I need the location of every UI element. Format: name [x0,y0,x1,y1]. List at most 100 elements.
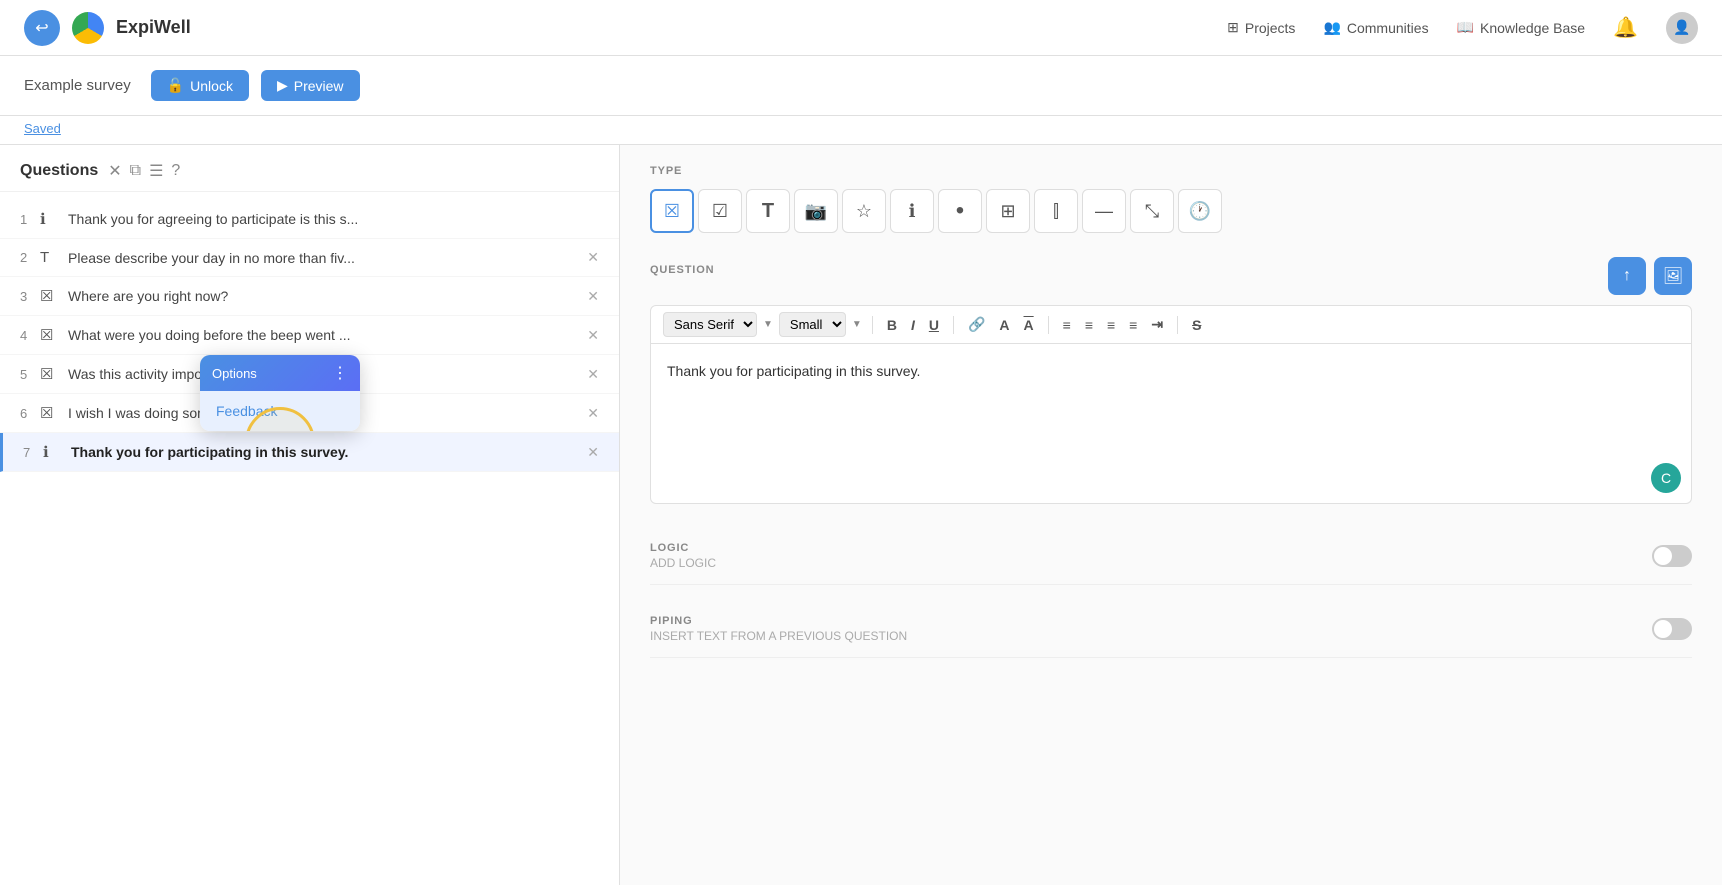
nav-communities[interactable]: 👥 Communities [1323,19,1428,36]
page-container: Example survey 🔓 Unlock ▶ Preview Saved … [0,56,1722,885]
back-icon[interactable]: ↩ [24,10,60,46]
type-checkbox-button[interactable]: ☑ [698,189,742,233]
font-family-select[interactable]: Sans Serif [663,312,757,337]
unlock-button[interactable]: 🔓 Unlock [151,70,249,101]
notifications-bell-icon[interactable]: 🔔 [1613,15,1638,40]
question-type-info-icon: ℹ [40,210,62,228]
help-icon[interactable]: ? [171,162,180,180]
type-resize-button[interactable]: ⤡ [1130,189,1174,233]
question-text: Thank you for participating in this surv… [71,444,579,460]
font-family-chevron-icon: ▼ [763,319,773,330]
remove-question-icon[interactable]: ✕ [587,366,599,383]
insert-text-label: INSERT TEXT FROM A PREVIOUS QUESTION [650,629,907,643]
question-item[interactable]: 2 T Please describe your day in no more … [0,239,619,277]
question-item[interactable]: 1 ℹ Thank you for agreeing to participat… [0,200,619,239]
image-button[interactable]: 🖼 [1654,257,1692,295]
saved-text[interactable]: Saved [24,121,61,136]
question-section: QUESTION ↑ 🖼 Sans Serif ▼ Small ▼ [650,257,1692,504]
type-dash-button[interactable]: — [1082,189,1126,233]
highlight-button[interactable]: A [1020,315,1038,335]
questions-title: Questions [20,162,98,180]
remove-question-icon[interactable]: ✕ [587,288,599,305]
logic-section-label: LOGIC [650,542,716,554]
preview-label: Preview [294,78,344,94]
question-type-text-icon: T [40,249,62,266]
piping-label-group: PIPING INSERT TEXT FROM A PREVIOUS QUEST… [650,615,907,643]
justify-button[interactable]: ≡ [1125,315,1141,335]
question-type-choice-icon: ☒ [40,287,62,305]
bold-button[interactable]: B [883,315,901,335]
list-icon[interactable]: ☰ [149,161,163,181]
font-size-select[interactable]: Small [779,312,846,337]
brand-logo [72,12,104,44]
question-type-choice-icon: ☒ [40,404,62,422]
question-item-active[interactable]: 7 ℹ Thank you for participating in this … [0,433,619,472]
font-color-button[interactable]: A [995,315,1013,335]
upload-button[interactable]: ↑ [1608,257,1646,295]
piping-section-label: PIPING [650,615,907,627]
type-vbar-button[interactable]: ⫿ [1034,189,1078,233]
editor-toolbar: Sans Serif ▼ Small ▼ B I U 🔗 A A [650,305,1692,344]
nav-knowledge-base-label: Knowledge Base [1480,20,1585,36]
indent-button[interactable]: ⇥ [1147,314,1167,335]
type-section-label: TYPE [650,165,1692,177]
question-item[interactable]: 3 ☒ Where are you right now? ✕ [0,277,619,316]
question-text: Thank you for agreeing to participate is… [68,211,599,227]
question-number: 5 [20,367,40,382]
editor-content[interactable]: Thank you for participating in this surv… [650,344,1692,504]
logic-section: LOGIC ADD LOGIC [650,528,1692,585]
unlock-icon: 🔓 [167,77,184,94]
italic-button[interactable]: I [907,315,919,335]
nav-projects[interactable]: ⊞ Projects [1227,19,1295,36]
right-panel: TYPE ☒ ☑ T 📷 ☆ ℹ • ⊞ ⫿ — ⤡ 🕐 [620,145,1722,885]
type-section: TYPE ☒ ☑ T 📷 ☆ ℹ • ⊞ ⫿ — ⤡ 🕐 [650,165,1692,233]
remove-question-icon[interactable]: ✕ [587,405,599,422]
question-text: What were you doing before the beep went… [68,327,579,343]
remove-question-icon[interactable]: ✕ [587,327,599,344]
toolbar-separator [872,316,873,334]
unlock-label: Unlock [190,78,233,94]
align-center-button[interactable]: ≡ [1081,315,1097,335]
question-type-choice-icon: ☒ [40,326,62,344]
editor-text: Thank you for participating in this surv… [667,363,920,379]
link-button[interactable]: 🔗 [964,314,989,335]
remove-question-icon[interactable]: ✕ [587,249,599,266]
copy-icon[interactable]: ⧉ [130,162,141,180]
type-table-button[interactable]: ⊞ [986,189,1030,233]
settings-icon[interactable]: ✕ [108,161,121,181]
piping-row: PIPING INSERT TEXT FROM A PREVIOUS QUEST… [650,601,1692,658]
editor-action-buttons: ↑ 🖼 [1608,257,1692,295]
preview-icon: ▶ [277,77,288,94]
type-info-button[interactable]: ℹ [890,189,934,233]
type-text-button[interactable]: T [746,189,790,233]
remove-question-icon[interactable]: ✕ [587,444,599,461]
logic-toggle[interactable] [1652,545,1692,567]
nav-knowledge-base[interactable]: 📖 Knowledge Base [1457,19,1586,36]
navbar-left: ↩ ExpiWell [24,10,191,46]
type-dot-button[interactable]: • [938,189,982,233]
question-number: 3 [20,289,40,304]
align-left-button[interactable]: ≡ [1059,315,1075,335]
type-star-button[interactable]: ☆ [842,189,886,233]
user-avatar[interactable]: 👤 [1666,12,1698,44]
type-icons-row: ☒ ☑ T 📷 ☆ ℹ • ⊞ ⫿ — ⤡ 🕐 [650,189,1692,233]
question-item[interactable]: 4 ☒ What were you doing before the beep … [0,316,619,355]
preview-button[interactable]: ▶ Preview [261,70,360,101]
left-panel: Questions ✕ ⧉ ☰ ? 1 ℹ Thank you for agre… [0,145,620,885]
questions-list: 1 ℹ Thank you for agreeing to participat… [0,192,619,885]
type-photo-button[interactable]: 📷 [794,189,838,233]
strikethrough-button[interactable]: S [1188,315,1205,335]
question-section-label: QUESTION [650,264,715,276]
brand-name: ExpiWell [116,17,191,38]
underline-button[interactable]: U [925,315,943,335]
align-right-button[interactable]: ≡ [1103,315,1119,335]
type-clock-button[interactable]: 🕐 [1178,189,1222,233]
question-type-choice-icon: ☒ [40,365,62,383]
piping-toggle[interactable] [1652,618,1692,640]
popup-more-icon[interactable]: ⋮ [332,363,348,383]
question-number: 7 [23,445,43,460]
question-editor-header: QUESTION ↑ 🖼 [650,257,1692,295]
popup-feedback-item[interactable]: Feedback [200,391,360,431]
type-choice-button[interactable]: ☒ [650,189,694,233]
toolbar-separator [1177,316,1178,334]
